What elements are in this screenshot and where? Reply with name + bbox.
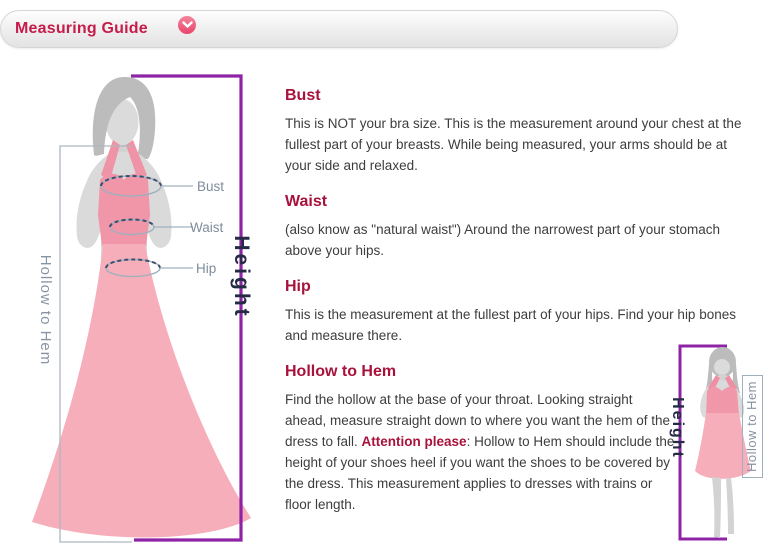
measurement-instructions: Bust This is NOT your bra size. This is … xyxy=(285,86,747,531)
height-bracket xyxy=(131,76,241,540)
bust-diagram-label: Bust xyxy=(197,179,224,194)
figure-hair-bang xyxy=(105,84,128,107)
page-title: Measuring Guide xyxy=(15,20,148,38)
hip-description: This is the measurement at the fullest p… xyxy=(285,304,747,346)
bust-measure-ellipse xyxy=(101,176,161,196)
section-waist: Waist (also know as "natural waist") Aro… xyxy=(285,192,747,261)
dress-skirt xyxy=(32,244,251,537)
hip-heading: Hip xyxy=(285,277,747,296)
chevron-down-icon xyxy=(182,21,193,29)
measuring-guide-page: Measuring Guide xyxy=(0,0,778,553)
measuring-guide-header-bar[interactable]: Measuring Guide xyxy=(0,10,678,48)
height-vertical-label: Height xyxy=(227,217,253,337)
hollow-to-hem-heading: Hollow to Hem xyxy=(285,362,747,381)
waist-measure-ellipse xyxy=(110,220,154,235)
dress-bodice xyxy=(98,174,150,246)
figure-neck xyxy=(116,132,129,160)
collapse-toggle-button[interactable] xyxy=(178,16,196,34)
main-figure-illustration xyxy=(32,76,251,542)
hollow-to-hem-description: Find the hollow at the base of your thro… xyxy=(285,389,675,515)
hip-diagram-label: Hip xyxy=(196,261,216,276)
dress-strap-right xyxy=(126,140,147,180)
dress-strap-left xyxy=(101,140,120,180)
figure-hair xyxy=(93,77,156,159)
section-bust: Bust This is NOT your bra size. This is … xyxy=(285,86,747,176)
bust-heading: Bust xyxy=(285,86,747,105)
figure-arms xyxy=(76,152,171,280)
hip-measure-ellipse xyxy=(106,260,160,277)
waist-heading: Waist xyxy=(285,192,747,211)
waist-description: (also know as "natural waist") Around th… xyxy=(285,219,747,261)
waist-diagram-label: Waist xyxy=(190,220,223,235)
hollow-to-hem-bracket xyxy=(60,146,132,542)
attention-label: Attention please xyxy=(362,434,467,449)
figure-face xyxy=(106,99,139,145)
section-hip: Hip This is the measurement at the fulle… xyxy=(285,277,747,346)
bust-description: This is NOT your bra size. This is the m… xyxy=(285,113,747,176)
section-hollow-to-hem: Hollow to Hem Find the hollow at the bas… xyxy=(285,362,747,515)
hollow-to-hem-vertical-label: Hollow to Hem xyxy=(36,250,54,370)
